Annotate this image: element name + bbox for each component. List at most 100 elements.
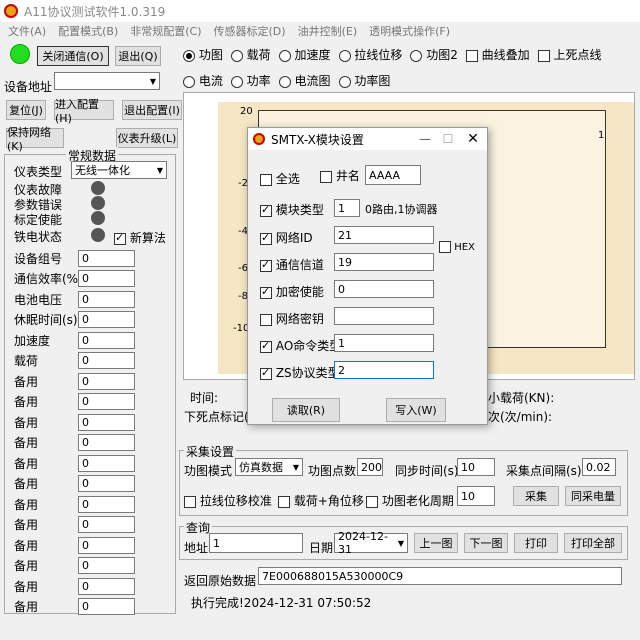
param-row: 备用 0 [14, 433, 135, 454]
enter-config-button[interactable]: 进入配置(H) [54, 98, 114, 125]
check-top-dead-line[interactable]: 上死点线 [537, 46, 602, 63]
chevron-down-icon: ▼ [292, 462, 299, 472]
param-input[interactable]: 0 [78, 475, 135, 493]
channel-check[interactable]: 通信信道 [260, 256, 324, 273]
radio-power-chart[interactable]: 功率图 [338, 72, 390, 89]
param-row: 备用 0 [14, 392, 135, 413]
reset-button[interactable]: 复位(J) [6, 100, 46, 120]
read-button[interactable]: 读取(R) [272, 398, 340, 422]
points-input[interactable]: 200 [357, 458, 383, 476]
print-all-button[interactable]: 打印全部 [564, 533, 622, 553]
chevron-down-icon: ▼ [397, 538, 404, 548]
module-type-check[interactable]: 模块类型 [260, 201, 324, 218]
exit-config-button[interactable]: 退出配置(I) [122, 100, 182, 120]
well-name-check[interactable]: 井名 [320, 167, 360, 184]
menu-nonstandard-config[interactable]: 非常规配置(C) [130, 23, 201, 39]
param-input[interactable]: 0 [78, 577, 135, 595]
ao-cmd-check[interactable]: AO命令类型 [260, 337, 341, 354]
param-input[interactable]: 0 [78, 372, 135, 390]
exit-button[interactable]: 退出(Q) [115, 46, 161, 66]
net-key-input[interactable] [334, 307, 434, 325]
param-input[interactable]: 0 [78, 495, 135, 513]
radio-wire-disp[interactable]: 拉线位移 [338, 46, 402, 63]
query-date-picker[interactable]: 2024-12-31 ▼ [334, 530, 408, 556]
same-power-button[interactable]: 同采电量 [565, 486, 621, 506]
param-input[interactable]: 0 [78, 413, 135, 431]
chart-type-radios-row2: 电流 功率 电流图 功率图 [183, 72, 390, 89]
type-label: 仪表类型 [14, 165, 63, 179]
prev-chart-button[interactable]: 上一图 [414, 533, 458, 553]
points-label: 功图点数 [308, 464, 357, 478]
sync-input[interactable]: 10 [457, 458, 495, 476]
close-comm-button[interactable]: 关闭通信(O) [37, 46, 109, 66]
menu-file[interactable]: 文件(A) [8, 23, 46, 39]
param-input[interactable]: 0 [78, 434, 135, 452]
title-bar: A11协议测试软件1.0.319 [0, 0, 640, 22]
module-type-input[interactable]: 1 [334, 199, 360, 217]
collect-button[interactable]: 采集 [513, 486, 559, 506]
status-led-fram [91, 228, 105, 242]
minimize-icon[interactable]: — [413, 132, 437, 146]
mode-select[interactable]: 仿真数据 ▼ [235, 458, 303, 476]
interval-input[interactable]: 0.02 [582, 458, 616, 476]
hex-check[interactable]: HEX [439, 241, 475, 253]
param-input[interactable]: 0 [78, 331, 135, 349]
encrypt-check[interactable]: 加密使能 [260, 283, 324, 300]
select-all-check[interactable]: 全选 [260, 170, 300, 187]
query-addr-input[interactable]: 1 [209, 533, 303, 553]
keep-network-button[interactable]: 保持网络(K) [6, 126, 64, 153]
upgrade-button[interactable]: 仪表升级(L) [116, 128, 178, 148]
load-angle-check[interactable]: 载荷+角位移 [278, 492, 364, 509]
param-row: 休眠时间(s) 0 [14, 310, 135, 331]
param-input[interactable]: 0 [78, 516, 135, 534]
next-chart-button[interactable]: 下一图 [464, 533, 508, 553]
ao-cmd-input[interactable]: 1 [334, 334, 434, 352]
param-row: 备用 0 [14, 597, 135, 618]
param-input[interactable]: 0 [78, 557, 135, 575]
zs-protocol-check[interactable]: ZS协议类型 [260, 364, 340, 381]
radio-power[interactable]: 功率 [230, 72, 271, 89]
aging-input[interactable]: 10 [457, 486, 495, 506]
radio-accel[interactable]: 加速度 [278, 46, 331, 63]
param-input[interactable]: 0 [78, 270, 135, 288]
radio-load[interactable]: 载荷 [230, 46, 271, 63]
close-icon[interactable]: ✕ [459, 131, 487, 147]
maximize-icon[interactable]: ☐ [437, 132, 459, 146]
device-addr-select[interactable]: ▼ [54, 72, 160, 90]
radio-current[interactable]: 电流 [183, 72, 223, 89]
radio-current-chart[interactable]: 电流图 [278, 72, 331, 89]
menu-sensor-calibration[interactable]: 传感器标定(D) [214, 23, 286, 39]
zs-protocol-input[interactable]: 2 [334, 361, 434, 379]
wire-calib-check[interactable]: 拉线位移校准 [184, 492, 272, 509]
net-key-check[interactable]: 网络密钥 [260, 310, 324, 327]
print-button[interactable]: 打印 [514, 533, 558, 553]
status-led-param [91, 196, 105, 210]
raw-data-field[interactable]: 7E000688015A530000C9 [258, 567, 622, 585]
param-input[interactable]: 0 [78, 536, 135, 554]
menu-transparent-mode[interactable]: 透明模式操作(F) [369, 23, 450, 39]
param-input[interactable]: 0 [78, 249, 135, 267]
param-input[interactable]: 0 [78, 598, 135, 616]
type-select[interactable]: 无线一体化 ▼ [71, 161, 167, 179]
param-input[interactable]: 0 [78, 393, 135, 411]
param-input[interactable]: 0 [78, 352, 135, 370]
check-curve-overlay[interactable]: 曲线叠加 [465, 46, 530, 63]
param-input[interactable]: 0 [78, 311, 135, 329]
dialog-title-bar: SMTX-X模块设置 — ☐ ✕ [248, 128, 487, 150]
encrypt-input[interactable]: 0 [334, 280, 434, 298]
channel-input[interactable]: 19 [334, 253, 434, 271]
param-input[interactable]: 0 [78, 454, 135, 472]
param-input[interactable]: 0 [78, 290, 135, 308]
aging-check[interactable]: 功图老化周期 [366, 492, 454, 509]
menu-well-control[interactable]: 油井控制(E) [298, 23, 358, 39]
write-button[interactable]: 写入(W) [386, 398, 446, 422]
radio-gongtu[interactable]: 功图 [183, 46, 223, 63]
well-name-input[interactable]: AAAA [365, 165, 421, 185]
status-led-calib [91, 211, 105, 225]
network-id-input[interactable]: 21 [334, 226, 434, 244]
new-algo-check[interactable]: 新算法 [114, 229, 166, 246]
menu-config-mode[interactable]: 配置模式(B) [58, 23, 118, 39]
acq-group-title: 采集设置 [184, 443, 237, 460]
network-id-check[interactable]: 网络ID [260, 229, 313, 246]
radio-gongtu2[interactable]: 功图2 [410, 46, 458, 63]
